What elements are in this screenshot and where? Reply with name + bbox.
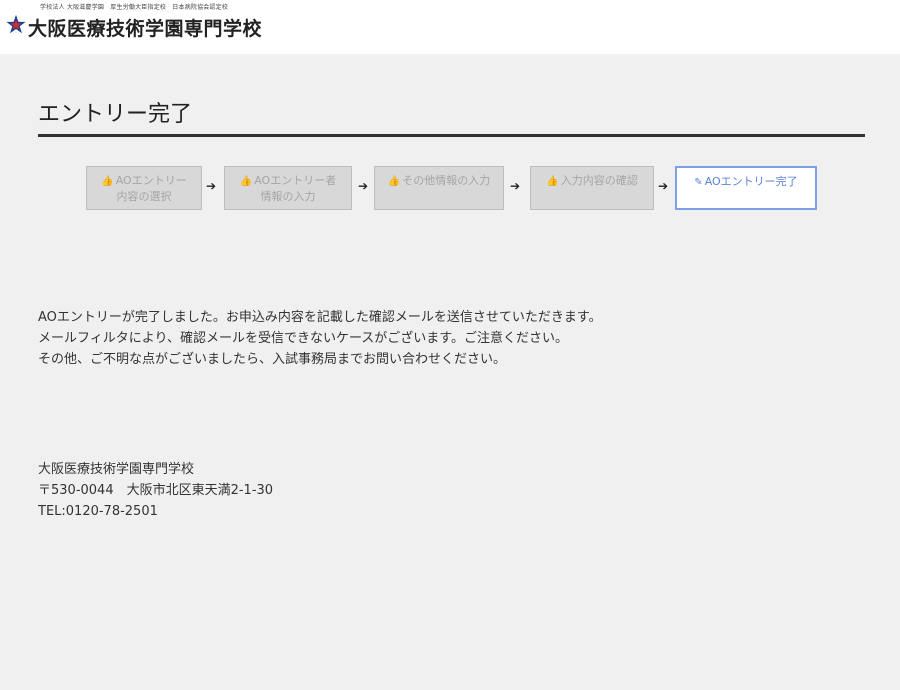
title-divider: [38, 134, 865, 137]
progress-steps: 👍 AOエントリー 内容の選択 ➔ 👍 AOエントリー者 情報の入力 ➔ 👍 その他情…: [86, 166, 826, 212]
header-affiliation-text: 学校法人 大阪滋慶学園 厚生労働大臣指定校 日本病院協会認定校: [40, 4, 229, 11]
step-label-line2: 内容の選択: [116, 190, 172, 203]
step-arrow-icon: ➔: [205, 179, 217, 193]
step-arrow-icon: ➔: [657, 179, 669, 193]
page-title: エントリー完了: [38, 102, 193, 127]
step-entry-complete: ✎ AOエントリー完了: [675, 166, 817, 210]
step-label-line1: 入力内容の確認: [560, 174, 638, 187]
edit-icon: ✎: [694, 177, 703, 188]
step-label-line1: AOエントリー: [115, 174, 187, 187]
step-label-line1: その他情報の入力: [402, 174, 491, 187]
thumbs-up-icon: 👍: [101, 176, 114, 187]
message-line: メールフィルタにより、確認メールを受信できないケースがございます。ご注意ください…: [38, 331, 569, 346]
thumbs-up-icon: 👍: [546, 176, 559, 187]
thumbs-up-icon: 👍: [239, 176, 253, 187]
step-label-line1: AOエントリー者: [254, 174, 337, 187]
completion-message: AOエントリーが完了しました。お申込み内容を記載した確認メールを送信させていただ…: [38, 307, 602, 370]
address-postal: 〒530-0044 大阪市北区東天満2-1-30: [38, 483, 274, 498]
step-label-line2: 情報の入力: [260, 190, 316, 203]
step-confirm-input: 👍 入力内容の確認: [530, 166, 654, 210]
school-name-logo[interactable]: 大阪医療技術学園専門学校: [28, 14, 262, 41]
step-applicant-info: 👍 AOエントリー者 情報の入力: [224, 166, 352, 210]
message-line: AOエントリーが完了しました。お申込み内容を記載した確認メールを送信させていただ…: [38, 310, 602, 325]
star-logo-icon[interactable]: [5, 14, 27, 36]
step-label-line1: AOエントリー完了: [704, 175, 798, 188]
school-address: 大阪医療技術学園専門学校 〒530-0044 大阪市北区東天満2-1-30 TE…: [38, 459, 273, 522]
site-header: 学校法人 大阪滋慶学園 厚生労働大臣指定校 日本病院協会認定校 大阪医療技術学園…: [0, 0, 900, 54]
address-school-name: 大阪医療技術学園専門学校: [38, 462, 195, 477]
address-tel: TEL:0120-78-2501: [38, 504, 158, 519]
step-other-info: 👍 その他情報の入力: [374, 166, 504, 210]
message-line: その他、ご不明な点がございましたら、入試事務局までお問い合わせください。: [38, 352, 507, 367]
step-ao-entry-selection: 👍 AOエントリー 内容の選択: [86, 166, 202, 210]
step-arrow-icon: ➔: [509, 179, 521, 193]
step-arrow-icon: ➔: [357, 179, 369, 193]
thumbs-up-icon: 👍: [387, 176, 401, 187]
